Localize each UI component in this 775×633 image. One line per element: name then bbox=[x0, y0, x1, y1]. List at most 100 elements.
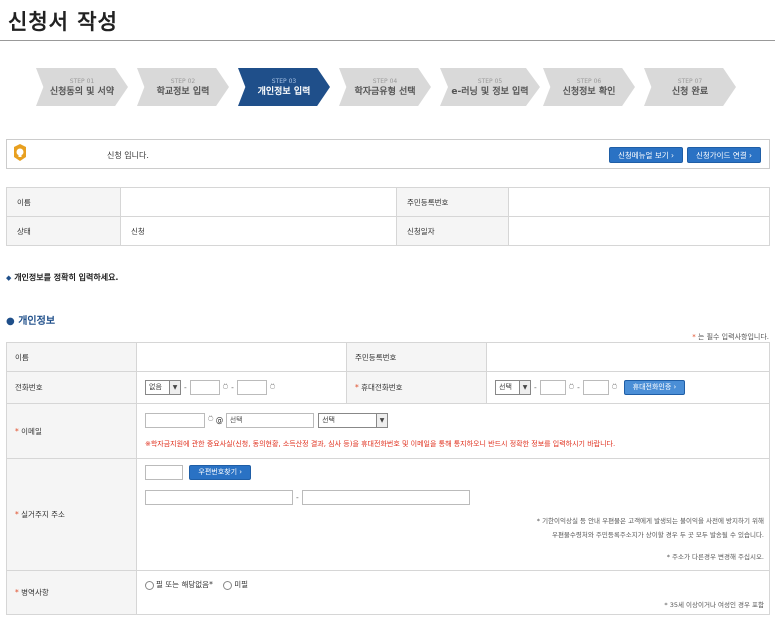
info-status-label: 상태 bbox=[6, 216, 121, 246]
chevron-down-icon: ▼ bbox=[376, 413, 388, 427]
phone-middle-input[interactable] bbox=[189, 380, 220, 395]
mobile-middle-input[interactable] bbox=[539, 380, 566, 395]
step-label: 개인정보 입력 bbox=[257, 86, 311, 97]
step-label: e-러닝 및 정보 입력 bbox=[451, 86, 529, 97]
info-rrn-value bbox=[508, 187, 770, 217]
step-number: STEP 01 bbox=[69, 77, 95, 85]
title-divider bbox=[0, 40, 775, 41]
dash: - bbox=[296, 493, 299, 502]
required-note-text: 는 필수 입력사항입니다. bbox=[695, 333, 769, 341]
lightbulb-icon bbox=[14, 144, 26, 161]
form-email-fields: ⍥ @ 선택 선택 ▼ ※학자금지원에 관한 중요사실(신청, 동의현황, 소득산… bbox=[136, 403, 770, 459]
phone-prefix-select[interactable]: 없음 ▼ bbox=[145, 380, 181, 395]
form-mobile-fields: 선택 ▼ - ⍥ - ⍥ 휴대전화인증 › bbox=[486, 371, 770, 404]
mobile-label-text: 휴대전화번호 bbox=[361, 383, 403, 392]
step-number: STEP 04 bbox=[372, 77, 398, 85]
form-rrn-value bbox=[486, 342, 770, 372]
required-star: * bbox=[355, 383, 359, 392]
form-email-label: * 이메일 bbox=[6, 403, 137, 459]
section-title-text: 개인정보 bbox=[18, 316, 56, 327]
form-rrn-label: 주민등록번호 bbox=[346, 342, 487, 372]
phone-last-input[interactable] bbox=[236, 380, 267, 395]
step-label: 학자금유형 선택 bbox=[354, 86, 416, 97]
step-4: STEP 04 학자금유형 선택 bbox=[339, 68, 431, 106]
phone-icon: ⍥ bbox=[222, 382, 229, 393]
phone-icon: ⍥ bbox=[611, 382, 618, 393]
step-label: 신청동의 및 서약 bbox=[49, 86, 115, 97]
form-military-fields: 필 또는 해당없음* 미필 * 35세 이상이거나 여성인 경우 포함 bbox=[136, 570, 770, 615]
section-title: ● 개인정보 bbox=[6, 312, 55, 327]
info-date-value bbox=[508, 216, 770, 246]
address-label-text: 실거주지 주소 bbox=[21, 510, 65, 519]
military-not-done-label: 미필 bbox=[234, 580, 249, 589]
mobile-last-input[interactable] bbox=[582, 380, 609, 395]
form-address-fields: 우편번호찾기 › - * 기한이익상실 등 안내 우편물은 고객에게 발생되는 … bbox=[136, 458, 770, 571]
form-phone-fields: 없음 ▼ - ⍥ - ⍥ bbox=[136, 371, 347, 404]
email-label-text: 이메일 bbox=[21, 426, 42, 436]
page-title: 신청서 작성 bbox=[8, 10, 118, 34]
mobile-prefix-select[interactable]: 선택 ▼ bbox=[495, 380, 531, 395]
step-number: STEP 02 bbox=[170, 77, 196, 85]
required-star: * bbox=[15, 426, 19, 436]
zipcode-search-button[interactable]: 우편번호찾기 › bbox=[189, 465, 252, 480]
military-done-radio[interactable] bbox=[145, 580, 154, 590]
notice-box: 신청 입니다. 신청메뉴얼 보기 › 신청가이드 연결 › bbox=[6, 139, 770, 169]
email-select-value: 선택 bbox=[322, 415, 335, 424]
phone-select-value: 없음 bbox=[149, 383, 162, 391]
address-detail-input[interactable] bbox=[301, 490, 470, 505]
step-label: 신청정보 확인 bbox=[562, 86, 616, 97]
step-3: STEP 03 개인정보 입력 bbox=[238, 68, 330, 106]
address-note-3: * 주소가 다른경우 변경해 주십시오. bbox=[666, 553, 764, 561]
address-note-2: 우편물수령처와 주민등록주소지가 상이할 경우 두 곳 모두 발송될 수 있습니… bbox=[551, 531, 764, 539]
form-name-value bbox=[136, 342, 347, 372]
address-note-1: * 기한이익상실 등 안내 우편물은 고객에게 발생되는 불이익을 사전에 방지… bbox=[536, 517, 764, 525]
info-name-label: 이름 bbox=[6, 187, 121, 217]
manual-button[interactable]: 신청메뉴얼 보기 › bbox=[609, 147, 683, 163]
guide-line: ◆ 개인정보를 정확히 입력하세요. bbox=[6, 272, 118, 283]
email-warning: ※학자금지원에 관한 중요사실(신청, 동의현황, 소득산정 결과, 심사 등)… bbox=[145, 439, 616, 448]
info-status-value: 신청 bbox=[120, 216, 397, 246]
at-sign: @ bbox=[215, 415, 224, 424]
dash: - bbox=[184, 383, 187, 392]
info-date-label: 신청일자 bbox=[396, 216, 509, 246]
phone-icon: ⍥ bbox=[568, 382, 575, 393]
military-done-label: 필 또는 해당없음* bbox=[156, 580, 213, 589]
step-6: STEP 06 신청정보 확인 bbox=[543, 68, 635, 106]
chevron-down-icon: ▼ bbox=[169, 381, 180, 394]
step-1: STEP 01 신청동의 및 서약 bbox=[36, 68, 128, 106]
form-name-label: 이름 bbox=[6, 342, 137, 372]
step-2: STEP 02 학교정보 입력 bbox=[137, 68, 229, 106]
form-military-label: * 병역사항 bbox=[6, 570, 137, 615]
address-base-input[interactable] bbox=[145, 490, 293, 505]
form-mobile-label: * 휴대전화번호 bbox=[346, 371, 487, 404]
step-progress: STEP 01 신청동의 및 서약 STEP 02 학교정보 입력 STEP 03 개… bbox=[36, 68, 748, 106]
mobile-select-value: 선택 bbox=[499, 383, 512, 391]
step-label: 학교정보 입력 bbox=[156, 86, 210, 97]
dash: - bbox=[231, 383, 234, 392]
circle-bullet-icon: ● bbox=[6, 316, 15, 327]
info-name-value bbox=[120, 187, 397, 217]
required-note: * 는 필수 입력사항입니다. bbox=[692, 332, 769, 342]
military-not-done-radio[interactable] bbox=[223, 580, 233, 590]
email-domain-select[interactable]: 선택 ▼ bbox=[318, 412, 389, 428]
step-number: STEP 05 bbox=[477, 77, 503, 85]
form-phone-label: 전화번호 bbox=[6, 371, 137, 404]
form-address-label: * 실거주지 주소 bbox=[6, 458, 137, 571]
mobile-verify-button[interactable]: 휴대전화인증 › bbox=[623, 380, 686, 395]
info-rrn-label: 주민등록번호 bbox=[396, 187, 509, 217]
step-number: STEP 07 bbox=[677, 77, 703, 85]
diamond-icon: ◆ bbox=[6, 274, 12, 282]
guide-button[interactable]: 신청가이드 연결 › bbox=[687, 147, 761, 163]
step-7: STEP 07 신청 완료 bbox=[644, 68, 736, 106]
required-star: * bbox=[15, 510, 19, 519]
email-domain-input[interactable]: 선택 bbox=[225, 412, 314, 428]
email-id-input[interactable] bbox=[145, 412, 205, 428]
zipcode-input[interactable] bbox=[145, 465, 183, 480]
step-number: STEP 03 bbox=[271, 77, 297, 85]
email-icon: ⍥ bbox=[208, 415, 214, 425]
step-5: STEP 05 e-러닝 및 정보 입력 bbox=[440, 68, 540, 106]
step-number: STEP 06 bbox=[576, 77, 602, 85]
guide-text: 개인정보를 정확히 입력하세요. bbox=[14, 273, 119, 282]
notice-text: 신청 입니다. bbox=[107, 151, 149, 160]
military-label-text: 병역사항 bbox=[21, 588, 49, 597]
